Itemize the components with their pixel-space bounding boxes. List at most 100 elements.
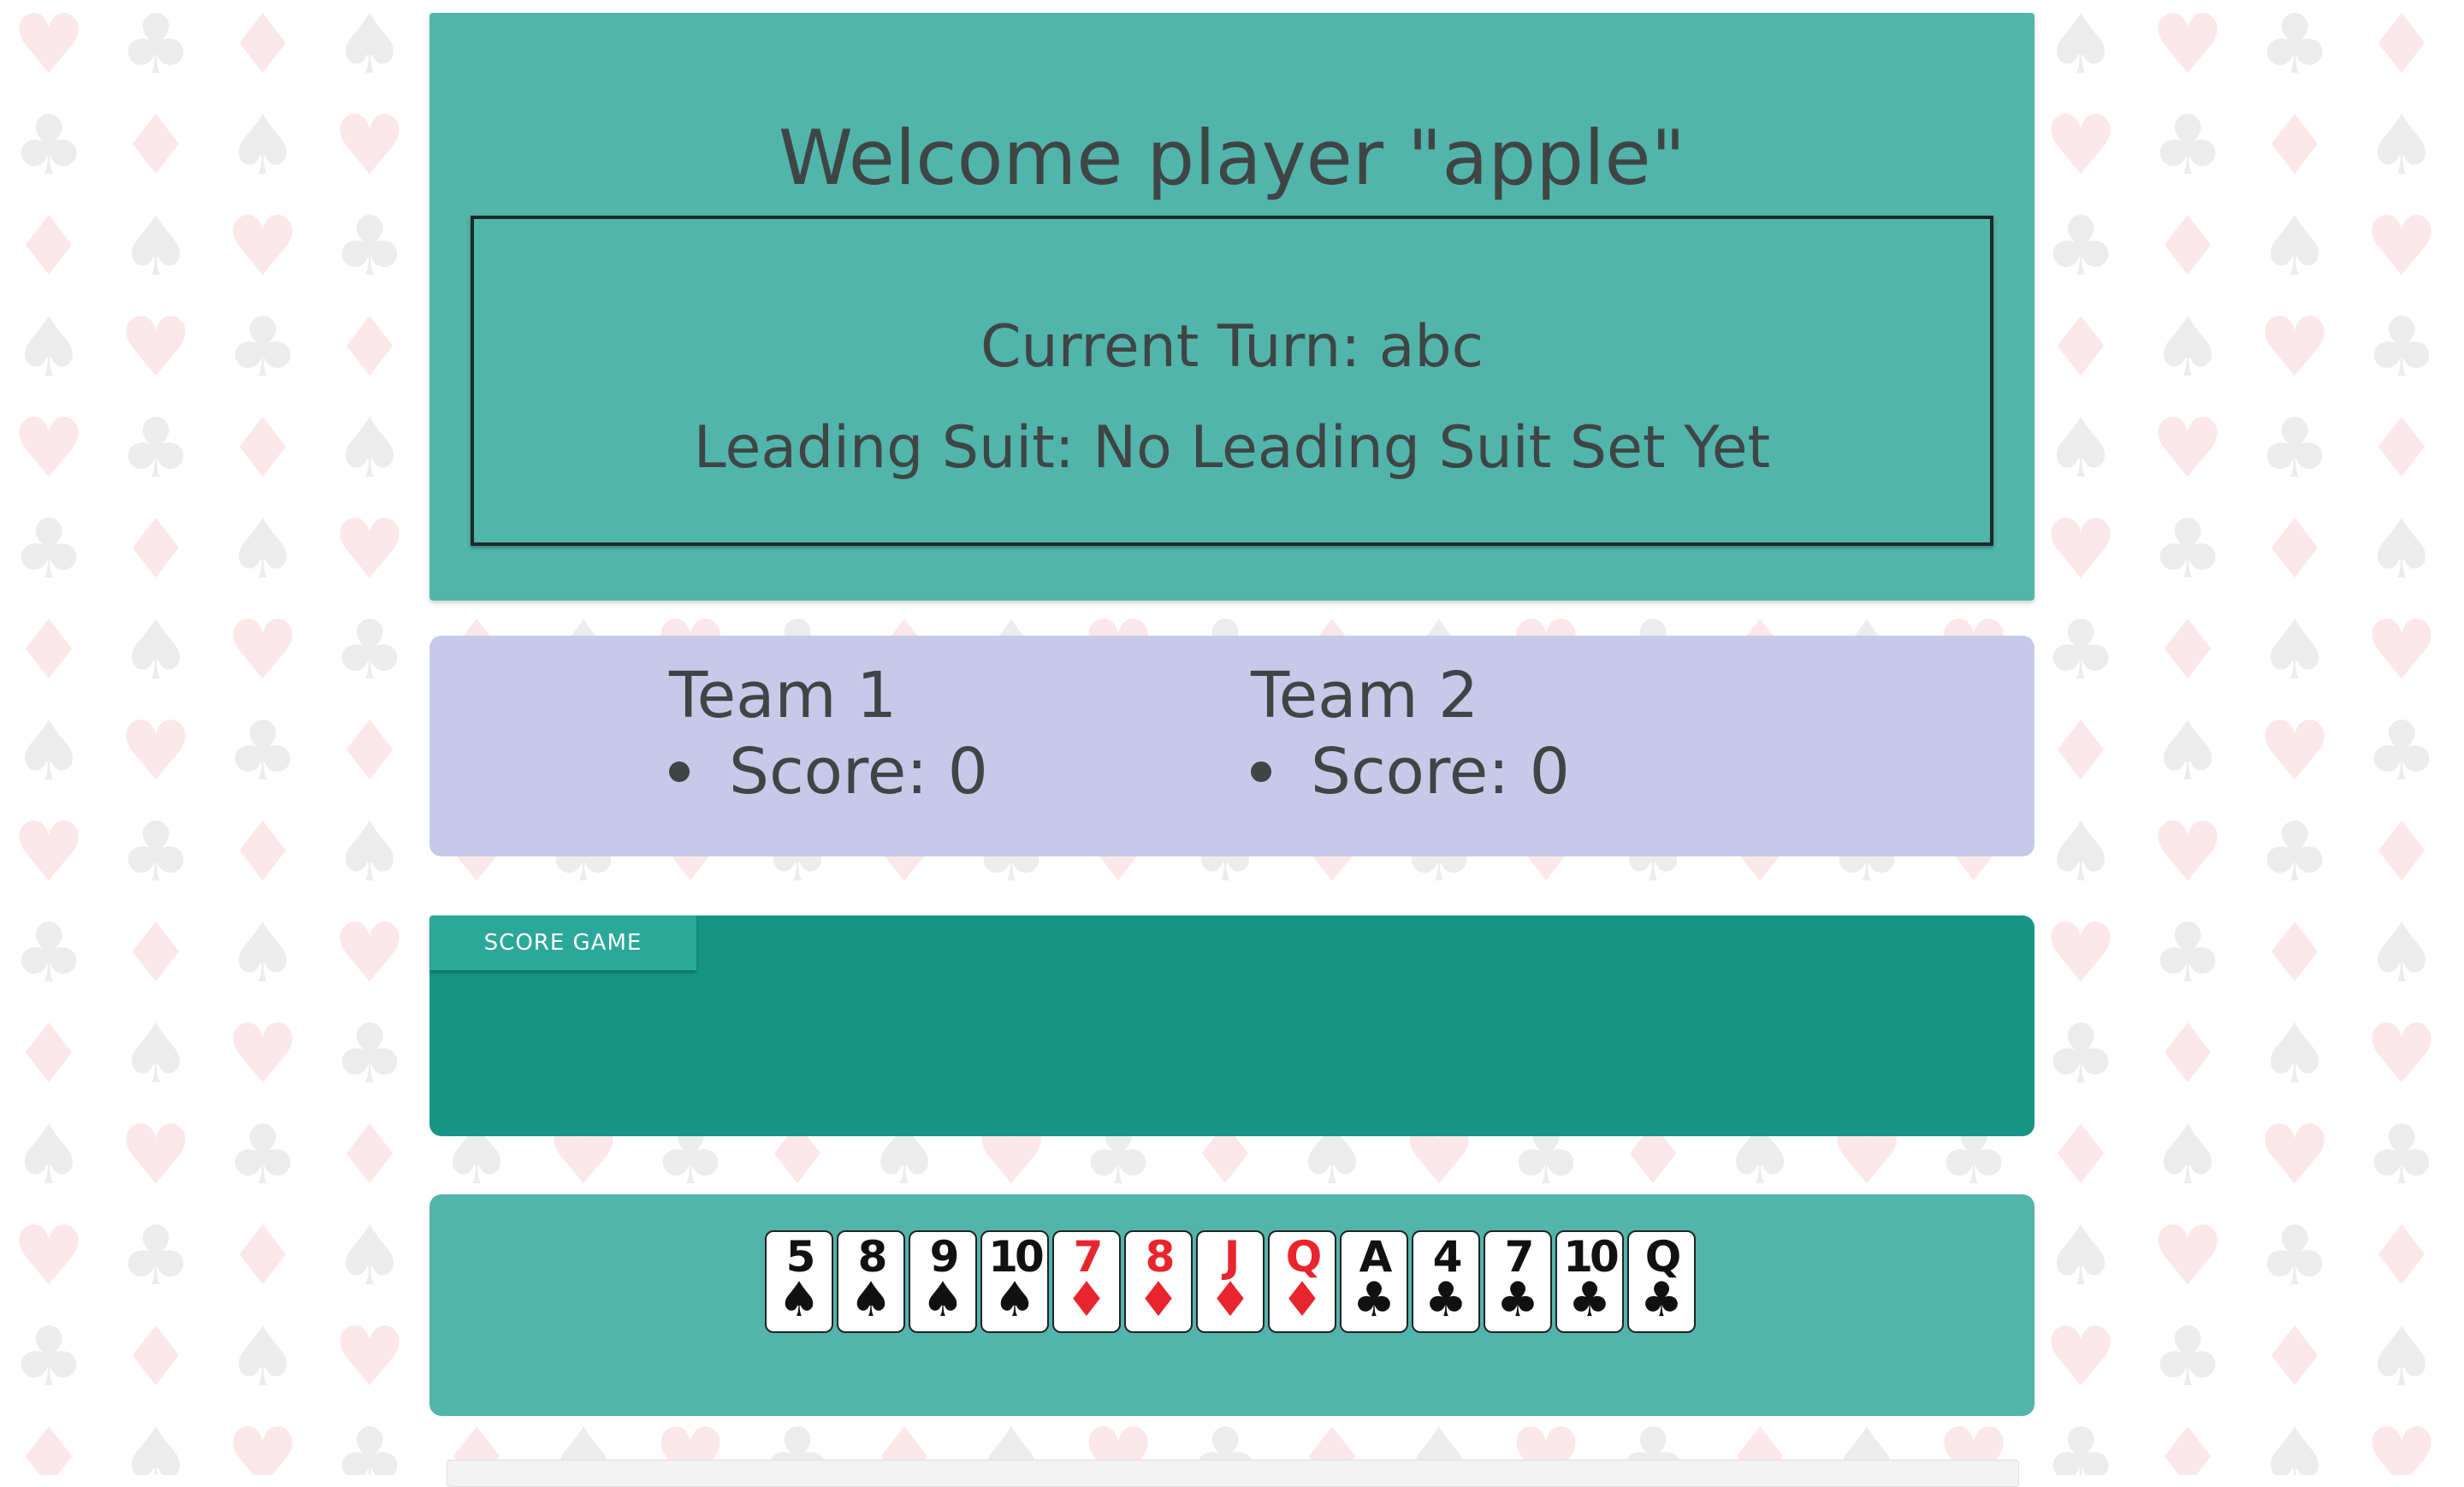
heart-icon: ♥ (119, 299, 193, 395)
spade-icon: ♠ (226, 98, 300, 193)
diamond-icon: ♦ (119, 1309, 193, 1405)
playing-card[interactable]: 10 ♠ (980, 1230, 1049, 1333)
bottom-panel-edge (447, 1460, 2019, 1487)
diamond-icon: ♦ (333, 299, 407, 395)
playing-card[interactable]: 5 ♠ (765, 1230, 833, 1333)
heart-icon: ♥ (226, 198, 300, 294)
club-icon: ♣ (2258, 0, 2332, 92)
playing-card[interactable]: 10 ♣ (1555, 1230, 1624, 1333)
club-icon: ♣ (12, 905, 86, 1001)
spade-icon: ♠ (333, 0, 407, 92)
heart-icon: ♥ (333, 98, 407, 193)
diamond-icon: ♦ (12, 602, 86, 698)
spade-icon: ♠ (333, 400, 407, 496)
club-icon: ♣ (119, 400, 193, 496)
bullet-icon (669, 761, 690, 783)
diamond-icon: ♦ (2151, 1006, 2225, 1102)
heart-icon: ♥ (333, 501, 407, 597)
team-2-score: Score: 0 (1311, 734, 1570, 809)
diamond-icon: ♦ (2151, 198, 2225, 294)
diamond-icon: ♦ (1064, 1272, 1109, 1328)
club-icon: ♣ (12, 98, 86, 193)
club-icon: ♣ (119, 0, 193, 92)
spade-icon: ♠ (2044, 1208, 2118, 1304)
club-icon: ♣ (2151, 1309, 2225, 1405)
diamond-icon: ♦ (2365, 0, 2439, 92)
score-game-button[interactable]: SCORE GAME (429, 915, 696, 970)
diamond-icon: ♦ (119, 98, 193, 193)
diamond-icon: ♦ (226, 0, 300, 92)
playing-card[interactable]: J ♦ (1196, 1230, 1265, 1333)
playing-card[interactable]: 7 ♣ (1484, 1230, 1552, 1333)
team-2-block: Team 2 Score: 0 (1251, 658, 1570, 810)
playing-card[interactable]: Q ♦ (1268, 1230, 1336, 1333)
spade-icon: ♠ (119, 198, 193, 294)
heart-icon: ♥ (2258, 703, 2332, 799)
spade-icon: ♠ (2044, 400, 2118, 496)
playing-card[interactable]: 9 ♠ (909, 1230, 977, 1333)
club-icon: ♣ (333, 198, 407, 294)
heart-icon: ♥ (226, 602, 300, 698)
club-icon: ♣ (12, 501, 86, 597)
team-1-score: Score: 0 (729, 734, 988, 809)
diamond-icon: ♦ (1136, 1272, 1181, 1328)
spade-icon: ♠ (2365, 501, 2439, 597)
club-icon: ♣ (226, 1107, 300, 1203)
playing-card[interactable]: 8 ♦ (1124, 1230, 1193, 1333)
diamond-icon: ♦ (333, 1107, 407, 1203)
club-icon: ♣ (2151, 905, 2225, 1001)
turn-info-box: Current Turn: abc Leading Suit: No Leadi… (471, 216, 1993, 546)
club-icon: ♣ (1639, 1272, 1684, 1328)
club-icon: ♣ (1567, 1272, 1612, 1328)
diamond-icon: ♦ (1280, 1272, 1324, 1328)
playing-card[interactable]: A ♣ (1340, 1230, 1408, 1333)
club-icon: ♣ (333, 1410, 407, 1475)
spade-icon: ♠ (333, 804, 407, 900)
heart-icon: ♥ (2365, 1410, 2439, 1475)
spade-icon: ♠ (226, 501, 300, 597)
spade-icon: ♠ (2365, 98, 2439, 193)
heart-icon: ♥ (2044, 98, 2118, 193)
playing-card[interactable]: Q ♣ (1627, 1230, 1696, 1333)
club-icon: ♣ (2044, 198, 2118, 294)
diamond-icon: ♦ (226, 1208, 300, 1304)
spade-icon: ♠ (2044, 0, 2118, 92)
spade-icon: ♠ (2151, 1107, 2225, 1203)
welcome-heading: Welcome player "apple" (778, 114, 1686, 202)
club-icon: ♣ (2151, 98, 2225, 193)
spade-icon: ♠ (2151, 299, 2225, 395)
playing-card[interactable]: 8 ♠ (837, 1230, 905, 1333)
spade-icon: ♠ (992, 1272, 1037, 1328)
playing-card[interactable]: 4 ♣ (1412, 1230, 1480, 1333)
spade-icon: ♠ (226, 905, 300, 1001)
card-hand: 5 ♠ 8 ♠ 9 ♠ 10 ♠ 7 ♦ 8 ♦ J ♦ Q ♦ A ♣ 4 ♣ 7 ♣ 10 ♣ Q ♣ (765, 1230, 1699, 1336)
playing-card[interactable]: 7 ♦ (1052, 1230, 1121, 1333)
heart-icon: ♥ (2258, 1107, 2332, 1203)
team-1-score-item: Score: 0 (669, 734, 988, 810)
diamond-icon: ♦ (2151, 1410, 2225, 1475)
spade-icon: ♠ (2258, 1006, 2332, 1102)
spade-icon: ♠ (2365, 905, 2439, 1001)
diamond-icon: ♦ (2365, 1208, 2439, 1304)
team-2-score-item: Score: 0 (1251, 734, 1570, 810)
spade-icon: ♠ (119, 1410, 193, 1475)
heart-icon: ♥ (2151, 804, 2225, 900)
heart-icon: ♥ (2365, 1006, 2439, 1102)
heart-icon: ♥ (2044, 501, 2118, 597)
leading-suit-text: Leading Suit: No Leading Suit Set Yet (693, 414, 1771, 482)
spade-icon: ♠ (849, 1272, 893, 1328)
diamond-icon: ♦ (2258, 98, 2332, 193)
spade-icon: ♠ (921, 1272, 965, 1328)
spade-icon: ♠ (119, 1006, 193, 1102)
heart-icon: ♥ (12, 400, 86, 496)
club-icon: ♣ (333, 602, 407, 698)
diamond-icon: ♦ (2365, 804, 2439, 900)
club-icon: ♣ (119, 804, 193, 900)
spade-icon: ♠ (2258, 198, 2332, 294)
diamond-icon: ♦ (2258, 1309, 2332, 1405)
team-1-name: Team 1 (669, 659, 897, 732)
club-icon: ♣ (2258, 804, 2332, 900)
team-2-name: Team 2 (1251, 659, 1479, 732)
bullet-icon (1251, 761, 1271, 783)
diamond-icon: ♦ (12, 198, 86, 294)
